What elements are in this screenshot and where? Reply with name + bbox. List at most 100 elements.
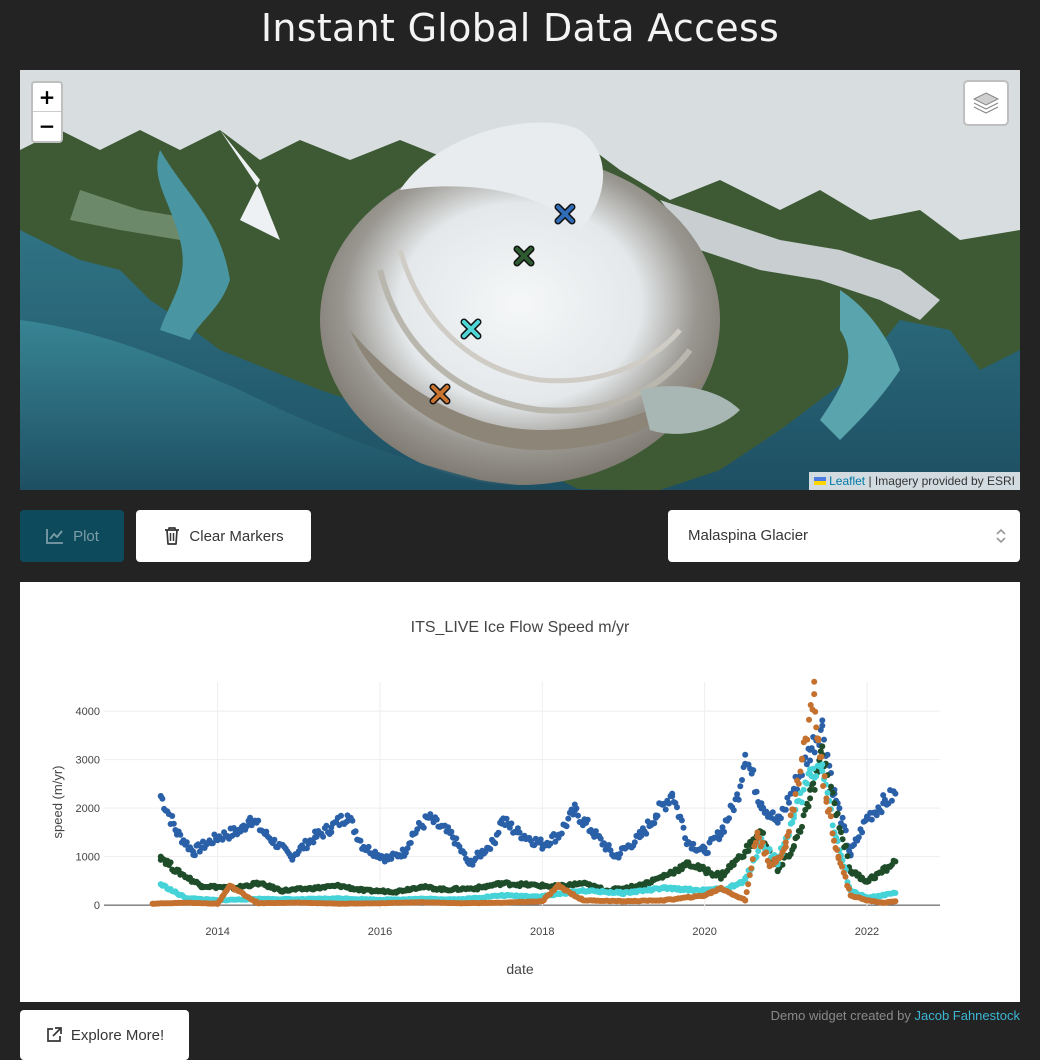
scatter-point: [620, 898, 627, 905]
y-tick-label: 1000: [76, 852, 100, 864]
scatter-fill-point: [806, 716, 812, 723]
marker-cyan[interactable]: [460, 318, 482, 340]
scatter-point: [417, 883, 424, 890]
scatter-point: [157, 853, 164, 860]
scatter-point: [393, 888, 400, 895]
author-link[interactable]: Jacob Fahnestock: [914, 1008, 1020, 1023]
scatter-fill-point: [167, 859, 174, 866]
scatter-fill-point: [807, 757, 814, 764]
marker-blue[interactable]: [554, 203, 576, 225]
attribution-text: | Imagery provided by ESRI: [868, 474, 1015, 488]
scatter-fill-point: [826, 806, 833, 813]
x-tick-label: 2018: [530, 926, 554, 938]
scatter-fill-point: [820, 783, 827, 789]
scatter-fill-point: [352, 828, 359, 835]
scatter-point: [734, 795, 741, 802]
scatter-point: [758, 800, 765, 807]
scatter-point: [458, 900, 465, 907]
scatter-fill-point: [750, 767, 757, 774]
scatter-fill-point: [794, 833, 801, 840]
scatter-point: [579, 897, 586, 904]
scatter-fill-point: [834, 846, 840, 853]
scatter-point: [279, 887, 286, 894]
scatter-fill-point: [878, 809, 885, 816]
explore-more-button[interactable]: Explore More!: [20, 1010, 189, 1060]
scatter-fill-point: [846, 885, 852, 892]
leaflet-link[interactable]: Leaflet: [829, 474, 865, 488]
scatter-point: [498, 817, 505, 824]
scatter-point: [498, 880, 505, 887]
satellite-imagery[interactable]: [20, 70, 1020, 490]
glacier-select[interactable]: Malaspina Glacier: [668, 510, 1020, 562]
map-view[interactable]: + − Leaflet | Imagery provided by ESRI: [20, 70, 1020, 490]
scatter-fill-point: [753, 788, 760, 795]
scatter-point: [742, 751, 749, 758]
scatter-point: [742, 848, 749, 855]
scatter-point: [441, 886, 448, 893]
scatter-point: [182, 899, 189, 906]
scatter-fill-point: [797, 768, 804, 775]
scatter-point: [831, 800, 838, 807]
scatter-point: [807, 746, 814, 753]
scatter-point: [190, 848, 197, 855]
scatter-fill-point: [563, 823, 570, 830]
scatter-point: [864, 814, 870, 821]
scatter-fill-point: [739, 777, 745, 783]
scatter-fill-point: [357, 837, 364, 844]
scatter-fill-point: [310, 839, 317, 846]
marker-dark-green[interactable]: [513, 245, 535, 267]
x-tick-label: 2014: [205, 926, 229, 938]
scatter-fill-point: [819, 717, 826, 724]
scatter-fill-point: [461, 850, 468, 857]
scatter-point: [717, 873, 724, 879]
y-tick-label: 4000: [76, 706, 100, 718]
scatter-fill-point: [320, 833, 327, 840]
scatter-point: [661, 873, 667, 879]
layers-button[interactable]: [963, 80, 1009, 126]
scatter-point: [701, 892, 708, 899]
map-attribution: Leaflet | Imagery provided by ESRI: [809, 472, 1020, 490]
scatter-fill-point: [338, 812, 344, 819]
scatter-fill-point: [271, 836, 278, 843]
scatter-point: [790, 785, 797, 792]
scatter-fill-point: [834, 810, 841, 817]
scatter-fill-point: [844, 853, 851, 860]
scatter-point: [539, 841, 546, 848]
scatter-fill-point: [839, 814, 846, 821]
scatter-point: [312, 834, 318, 841]
series-1: [157, 743, 899, 896]
layers-icon: [972, 92, 1000, 114]
scatter-fill-point: [537, 836, 544, 843]
scatter-fill-point: [799, 823, 805, 830]
scatter-fill-point: [855, 834, 862, 841]
scatter-point: [819, 761, 826, 768]
clear-markers-label: Clear Markers: [189, 527, 284, 545]
scatter-point: [149, 900, 156, 907]
scatter-point: [377, 900, 383, 907]
scatter-fill-point: [495, 829, 502, 836]
scatter-point: [466, 860, 473, 867]
plot-button[interactable]: Plot: [20, 510, 124, 562]
scatter-point: [255, 880, 262, 887]
scatter-point: [717, 829, 724, 836]
scatter-fill-point: [812, 708, 819, 715]
scatter-point: [498, 899, 505, 906]
scatter-fill-point: [448, 828, 455, 835]
scatter-point: [636, 834, 643, 841]
scatter-point: [864, 897, 870, 904]
scatter-point: [157, 793, 164, 799]
marker-orange[interactable]: [429, 383, 451, 405]
scatter-fill-point: [818, 753, 825, 760]
scatter-point: [588, 827, 594, 833]
zoom-out-button[interactable]: −: [33, 112, 61, 141]
scatter-point: [892, 890, 899, 896]
scatter-fill-point: [605, 842, 612, 848]
scatter-point: [612, 853, 619, 860]
y-tick-label: 3000: [76, 755, 100, 767]
scatter-point: [174, 829, 180, 836]
scatter-point: [880, 800, 887, 807]
scatter-point: [847, 892, 854, 899]
scatter-point: [336, 895, 343, 902]
clear-markers-button[interactable]: Clear Markers: [136, 510, 311, 562]
zoom-in-button[interactable]: +: [33, 83, 61, 112]
